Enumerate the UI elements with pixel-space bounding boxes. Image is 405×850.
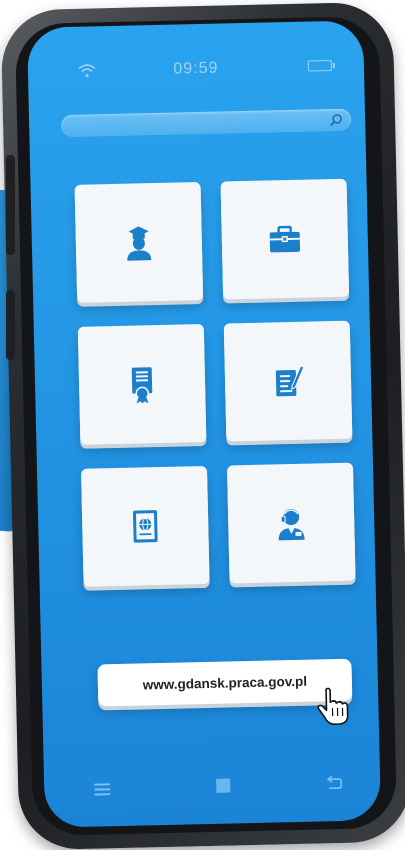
volume-up-button	[6, 155, 15, 255]
certificate-icon	[124, 365, 161, 404]
graduate-icon	[120, 223, 157, 262]
tile-advisor[interactable]	[227, 463, 356, 584]
tile-passport[interactable]	[81, 466, 210, 587]
navigation-bar	[44, 775, 380, 803]
home-icon[interactable]	[216, 779, 230, 793]
status-bar: 09:59	[28, 56, 364, 88]
tile-certificate[interactable]	[78, 324, 207, 445]
battery-icon	[308, 60, 332, 72]
search-input[interactable]	[61, 109, 351, 138]
volume-down-button	[6, 290, 15, 360]
website-url[interactable]: www.gdansk.praca.gov.pl	[143, 673, 308, 692]
passport-icon	[127, 507, 164, 546]
back-icon[interactable]	[326, 776, 342, 790]
document-edit-icon	[270, 362, 307, 401]
hand-cursor-icon	[314, 686, 351, 727]
tile-jobs[interactable]	[221, 179, 350, 300]
menu-icon[interactable]	[94, 783, 110, 795]
advisor-icon	[273, 504, 310, 543]
tile-education[interactable]	[75, 182, 204, 303]
briefcase-icon	[266, 220, 303, 259]
search-icon[interactable]	[329, 113, 343, 127]
tile-document[interactable]	[224, 321, 353, 442]
phone-screen: 09:59	[27, 20, 381, 827]
